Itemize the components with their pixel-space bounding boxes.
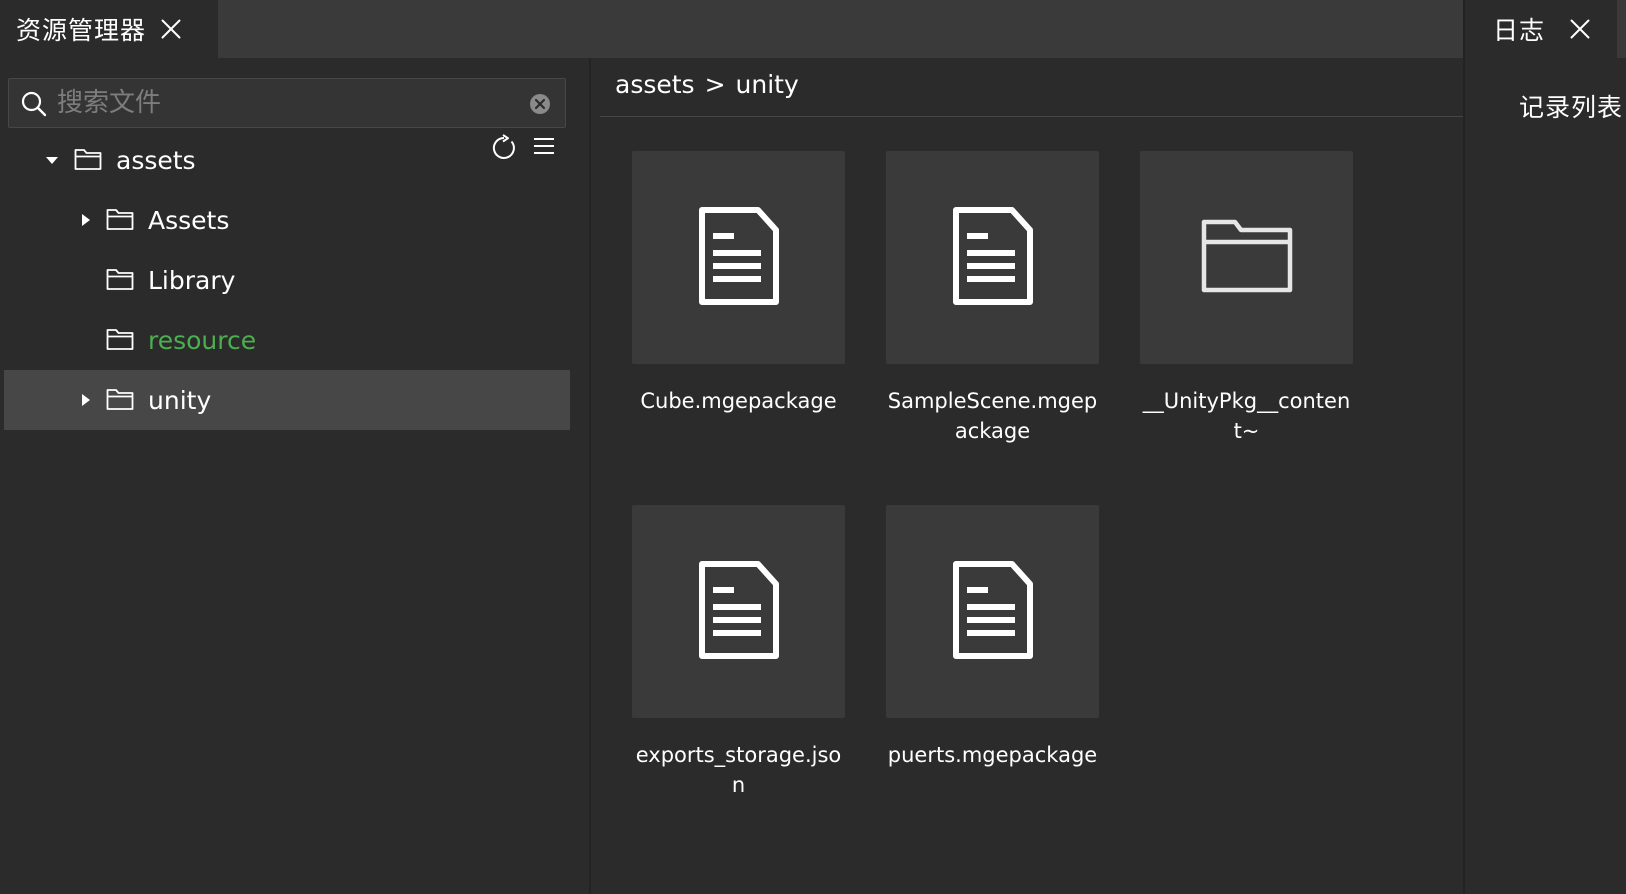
file-name: __UnityPkg__content~ [1142,389,1351,443]
file-browser: assets > unity Cube.mgepackage SampleSce… [591,58,1463,894]
close-icon[interactable] [160,18,182,40]
close-icon[interactable] [1569,18,1591,40]
file-name: puerts.mgepackage [887,743,1098,767]
file-thumbnail [632,505,845,718]
chevron-down-icon[interactable] [44,152,60,168]
divider [600,116,1463,117]
tree-item-assets-folder[interactable]: Assets [0,190,570,250]
folder-item[interactable]: __UnityPkg__content~ [1140,151,1353,446]
tree-item-label: Assets [148,205,230,235]
file-item[interactable]: SampleScene.mgepackage [886,151,1099,446]
folder-icon [106,267,134,295]
breadcrumb-item[interactable]: unity [736,70,799,99]
file-icon [698,560,780,664]
search-box [8,78,566,128]
log-list-title: 记录列表 [1519,93,1624,122]
log-panel: 日志 记录列表 [1463,0,1626,894]
folder-icon [106,207,134,235]
tab-explorer[interactable]: 资源管理器 [0,0,218,58]
tree-item-resource[interactable]: resource [0,310,570,370]
file-icon [698,206,780,310]
file-item[interactable]: puerts.mgepackage [886,505,1099,770]
explorer-sidebar: assets Assets [0,58,589,894]
file-tree: assets Assets Library resource unity [0,130,570,430]
file-icon [952,206,1034,310]
tree-item-label: unity [148,385,212,415]
file-thumbnail [632,151,845,364]
app-window: 资源管理器 搜索文件 assets Assets Library resourc… [0,0,1626,894]
file-name: exports_storage.json [635,743,842,797]
tree-item-label: resource [148,325,257,355]
log-tabbar [1617,0,1626,58]
chevron-right-icon[interactable] [78,212,94,228]
file-item[interactable]: exports_storage.json [632,505,845,800]
folder-icon [106,387,134,415]
tree-item-label: assets [116,145,196,175]
log-tab-title: 日志 [1493,16,1546,45]
breadcrumb: assets > unity [615,70,799,99]
breadcrumb-item[interactable]: assets [615,70,695,99]
file-name: SampleScene.mgepackage [887,389,1098,443]
search-icon [21,91,47,121]
explorer-tabbar: 资源管理器 [0,0,1463,58]
file-item[interactable]: Cube.mgepackage [632,151,845,416]
breadcrumb-separator: > [704,70,726,99]
tree-item-unity[interactable]: unity [4,370,570,430]
folder-icon [1201,219,1293,297]
search-input[interactable] [57,85,527,121]
tree-item-library[interactable]: Library [0,250,570,310]
explorer-tab-title: 资源管理器 [16,16,147,45]
file-icon [952,560,1034,664]
chevron-right-icon[interactable] [78,392,94,408]
folder-icon [106,327,134,355]
clear-search-icon[interactable] [529,93,551,119]
file-thumbnail [1140,151,1353,364]
tab-log[interactable]: 日志 [1465,0,1617,58]
file-thumbnail [886,505,1099,718]
file-thumbnail [886,151,1099,364]
tree-item-assets[interactable]: assets [0,130,570,190]
file-name: Cube.mgepackage [640,389,837,413]
tree-item-label: Library [148,265,236,295]
folder-icon [74,147,102,175]
